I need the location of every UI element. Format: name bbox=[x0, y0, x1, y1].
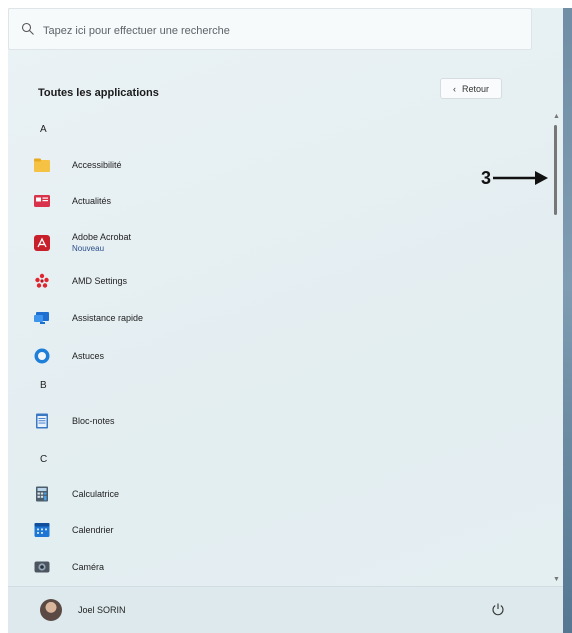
news-icon bbox=[34, 195, 50, 207]
app-item-bloc-notes[interactable]: Bloc-notes bbox=[33, 407, 503, 435]
power-icon[interactable] bbox=[491, 602, 505, 616]
annotation-number: 3 bbox=[481, 167, 492, 188]
app-item-actualites[interactable]: Actualités bbox=[33, 187, 503, 215]
calendar-icon bbox=[34, 523, 50, 537]
arrow-right-icon bbox=[493, 171, 549, 185]
app-label: Calendrier bbox=[72, 524, 114, 535]
app-item-accessibilite[interactable]: Accessibilité bbox=[33, 151, 503, 179]
avatar[interactable] bbox=[40, 599, 62, 621]
search-icon bbox=[21, 22, 34, 35]
group-letter-b[interactable]: B bbox=[40, 380, 47, 391]
scrollbar-thumb[interactable] bbox=[554, 125, 557, 215]
app-label: Adobe Acrobat Nouveau bbox=[72, 232, 131, 254]
acrobat-icon bbox=[34, 235, 50, 251]
back-button[interactable]: ‹ Retour bbox=[440, 78, 502, 99]
start-footer: Joel SORIN bbox=[8, 586, 563, 633]
app-label: Assistance rapide bbox=[72, 312, 144, 323]
app-label: AMD Settings bbox=[72, 275, 128, 286]
app-new-badge: Nouveau bbox=[72, 244, 105, 253]
all-apps-heading: Toutes les applications bbox=[38, 87, 159, 99]
notepad-icon bbox=[36, 413, 48, 429]
app-item-calculatrice[interactable]: Calculatrice bbox=[33, 480, 503, 508]
app-item-assistance-rapide[interactable]: Assistance rapide bbox=[33, 304, 503, 332]
app-label: Actualités bbox=[72, 195, 112, 206]
app-item-calendrier[interactable]: Calendrier bbox=[33, 516, 503, 544]
annotation-callout: 3 bbox=[481, 166, 549, 190]
app-item-adobe-acrobat[interactable]: Adobe Acrobat Nouveau bbox=[33, 229, 503, 257]
user-name[interactable]: Joel SORIN bbox=[78, 605, 126, 615]
app-item-amd-settings[interactable]: AMD Settings bbox=[33, 267, 503, 295]
search-box[interactable] bbox=[8, 8, 532, 50]
desktop-background-strip bbox=[563, 0, 572, 633]
app-item-camera[interactable]: Caméra bbox=[33, 553, 503, 581]
app-name: Adobe Acrobat bbox=[72, 232, 132, 242]
chevron-left-icon: ‹ bbox=[452, 83, 456, 94]
app-label: Caméra bbox=[72, 561, 105, 572]
quick-assist-icon bbox=[34, 312, 49, 324]
calculator-icon bbox=[36, 486, 48, 502]
start-menu: Toutes les applications ‹ Retour A Acces… bbox=[8, 8, 563, 633]
app-label: Bloc-notes bbox=[72, 415, 115, 426]
scrollbar[interactable]: ▲ ▼ bbox=[552, 113, 560, 583]
group-letter-c[interactable]: C bbox=[40, 454, 47, 465]
scroll-down-arrow-icon[interactable]: ▼ bbox=[553, 576, 560, 583]
app-label: Astuces bbox=[72, 350, 105, 361]
app-item-astuces[interactable]: Astuces bbox=[33, 342, 503, 370]
scroll-up-arrow-icon[interactable]: ▲ bbox=[553, 113, 560, 120]
tips-icon bbox=[34, 348, 50, 364]
back-button-label: Retour bbox=[461, 83, 489, 94]
app-label: Calculatrice bbox=[72, 488, 120, 499]
search-input[interactable] bbox=[41, 19, 515, 43]
amd-icon bbox=[35, 273, 49, 288]
camera-icon bbox=[34, 561, 50, 573]
app-label: Accessibilité bbox=[72, 159, 122, 170]
folder-icon bbox=[34, 158, 50, 172]
group-letter-a[interactable]: A bbox=[40, 124, 47, 135]
